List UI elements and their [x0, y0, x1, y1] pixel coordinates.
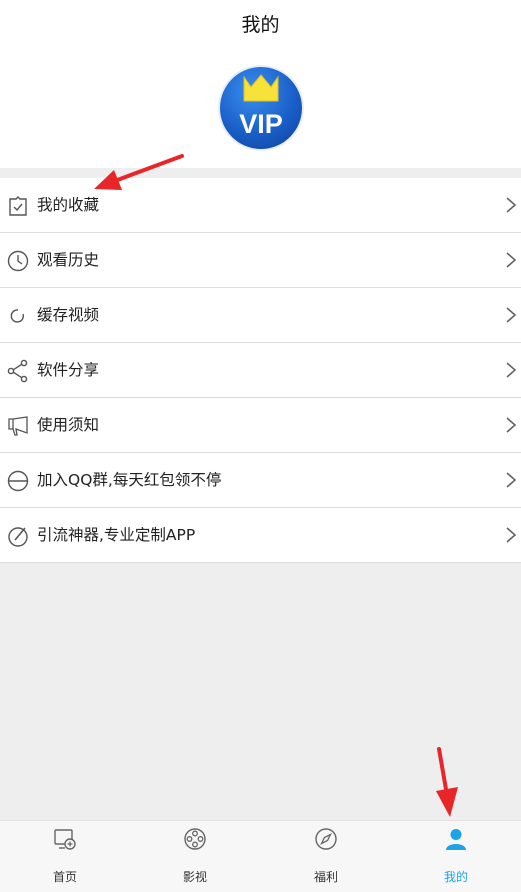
menu-item-label: 使用须知 — [37, 416, 100, 434]
menu-item-custom-app[interactable]: 引流神器,专业定制APP — [0, 508, 521, 563]
chevron-right-icon — [506, 197, 517, 213]
bottom-tab-bar: 首页 影视 福利 我的 — [0, 820, 521, 892]
tab-label: 我的 — [443, 870, 468, 884]
menu-item-label: 加入QQ群,每天红包领不停 — [37, 471, 222, 489]
vip-badge-text: VIP — [239, 109, 283, 139]
film-reel-icon — [184, 828, 206, 850]
tab-mine[interactable]: 我的 — [391, 821, 521, 892]
tab-movies[interactable]: 影视 — [130, 821, 260, 892]
tab-label: 福利 — [313, 870, 338, 884]
edit-circle-icon — [8, 527, 28, 547]
chevron-right-icon — [506, 307, 517, 323]
chevron-right-icon — [506, 417, 517, 433]
tab-home[interactable]: 首页 — [0, 821, 130, 892]
megaphone-icon — [8, 416, 28, 436]
vip-avatar[interactable]: VIP — [220, 67, 302, 149]
tab-label: 影视 — [182, 870, 207, 884]
annotation-arrow-my-tab — [436, 747, 458, 817]
circle-dash-icon — [7, 470, 29, 492]
chevron-right-icon — [506, 252, 517, 268]
menu-item-share-app[interactable]: 软件分享 — [0, 343, 521, 398]
refresh-icon — [10, 309, 25, 323]
menu-item-join-qq-group[interactable]: 加入QQ群,每天红包领不停 — [0, 453, 521, 508]
chevron-right-icon — [506, 527, 517, 543]
menu-item-cached-videos[interactable]: 缓存视频 — [0, 288, 521, 343]
compass-icon — [315, 828, 337, 850]
tab-label: 首页 — [52, 870, 77, 884]
menu-item-history[interactable]: 观看历史 — [0, 233, 521, 288]
menu-item-label: 引流神器,专业定制APP — [37, 526, 196, 544]
menu-item-label: 我的收藏 — [37, 196, 100, 214]
home-tv-icon — [54, 829, 76, 850]
menu-item-usage-notice[interactable]: 使用须知 — [0, 398, 521, 453]
profile-header: 我的 VIP — [0, 0, 521, 168]
chevron-right-icon — [506, 362, 517, 378]
user-icon — [446, 829, 466, 850]
menu-list: 我的收藏 观看历史 缓存视频 软件分享 使用须知 加入QQ群,每天红包领不停 引… — [0, 178, 521, 563]
menu-item-label: 观看历史 — [37, 251, 100, 269]
chevron-right-icon — [506, 472, 517, 488]
page-title: 我的 — [241, 14, 280, 36]
menu-item-label: 缓存视频 — [37, 306, 100, 324]
tab-welfare[interactable]: 福利 — [261, 821, 391, 892]
share-icon — [7, 359, 28, 383]
clock-icon — [7, 250, 29, 272]
menu-item-label: 软件分享 — [37, 361, 100, 379]
favorites-icon — [9, 196, 27, 216]
vip-crown-icon: VIP — [239, 74, 283, 139]
menu-item-favorites[interactable]: 我的收藏 — [0, 178, 521, 233]
